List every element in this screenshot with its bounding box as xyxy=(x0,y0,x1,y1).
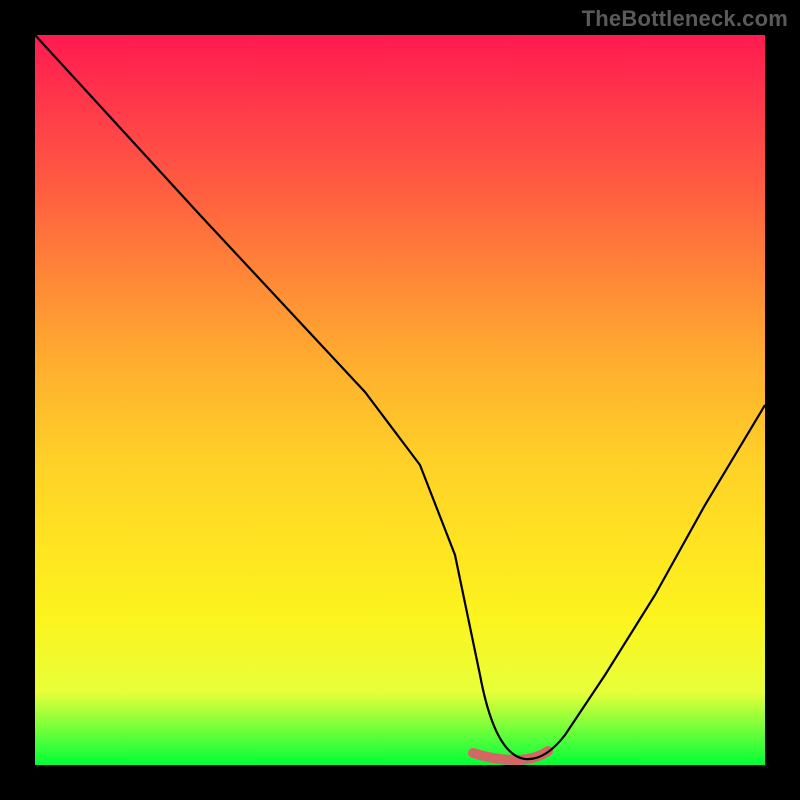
chart-frame: TheBottleneck.com xyxy=(0,0,800,800)
watermark-text: TheBottleneck.com xyxy=(582,6,788,32)
chart-plot-area xyxy=(35,35,765,765)
bottleneck-curve-line xyxy=(35,35,765,759)
chart-svg xyxy=(35,35,765,765)
